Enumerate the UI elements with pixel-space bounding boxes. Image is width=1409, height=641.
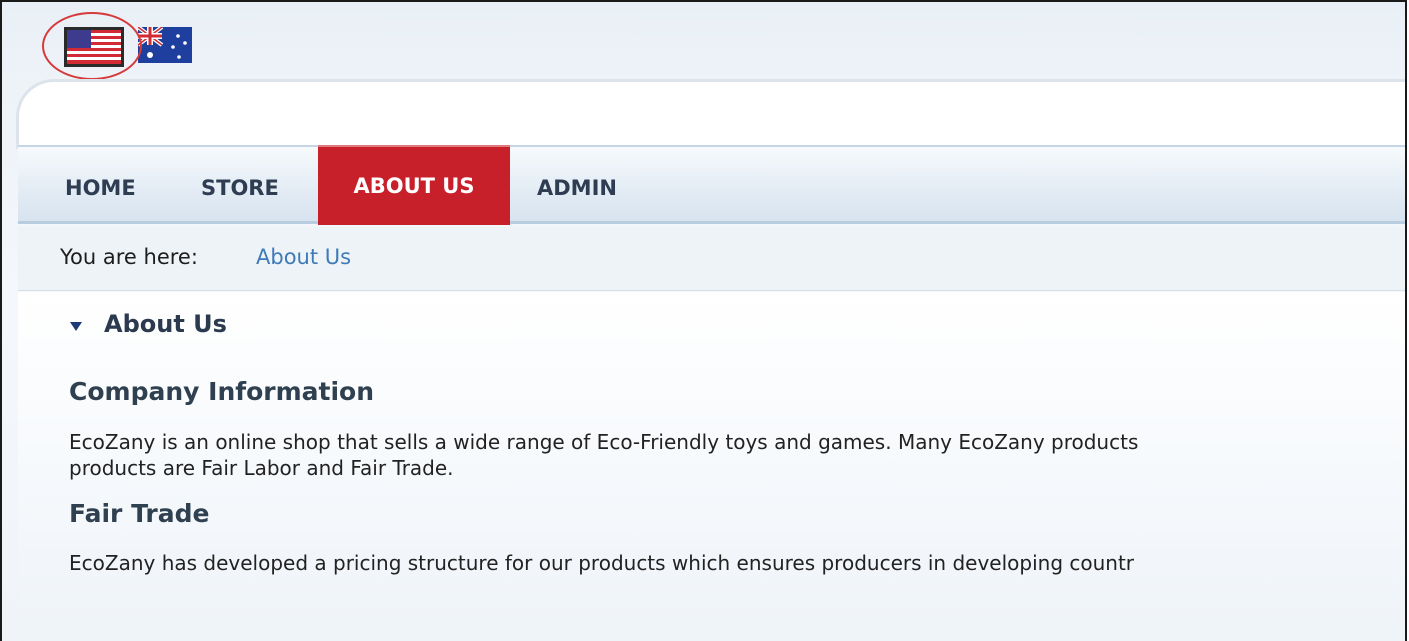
header-banner (16, 79, 1405, 149)
collapse-triangle-icon[interactable] (70, 322, 82, 331)
fair-trade-heading: Fair Trade (69, 499, 210, 528)
nav-about-us[interactable]: ABOUT US (318, 145, 510, 225)
fair-trade-text: EcoZany has developed a pricing structur… (69, 551, 1135, 575)
main-content: About Us Company Information EcoZany is … (18, 292, 1405, 641)
breadcrumb: You are here: About Us (18, 227, 1405, 291)
breadcrumb-current-link[interactable]: About Us (256, 245, 351, 269)
section-title: About Us (104, 310, 227, 338)
company-information-heading: Company Information (69, 377, 375, 406)
nav-home[interactable]: HOME (65, 147, 136, 223)
company-information-text: EcoZany is an online shop that sells a w… (69, 430, 1139, 480)
page-frame: HOME STORE ABOUT US ADMIN You are here: … (0, 0, 1407, 641)
nav-admin[interactable]: ADMIN (537, 147, 617, 223)
nav-store[interactable]: STORE (201, 147, 279, 223)
main-nav: HOME STORE ABOUT US ADMIN (18, 145, 1405, 225)
us-flag-icon[interactable] (64, 27, 124, 71)
breadcrumb-label: You are here: (60, 245, 198, 269)
australia-flag-icon[interactable] (136, 25, 192, 67)
